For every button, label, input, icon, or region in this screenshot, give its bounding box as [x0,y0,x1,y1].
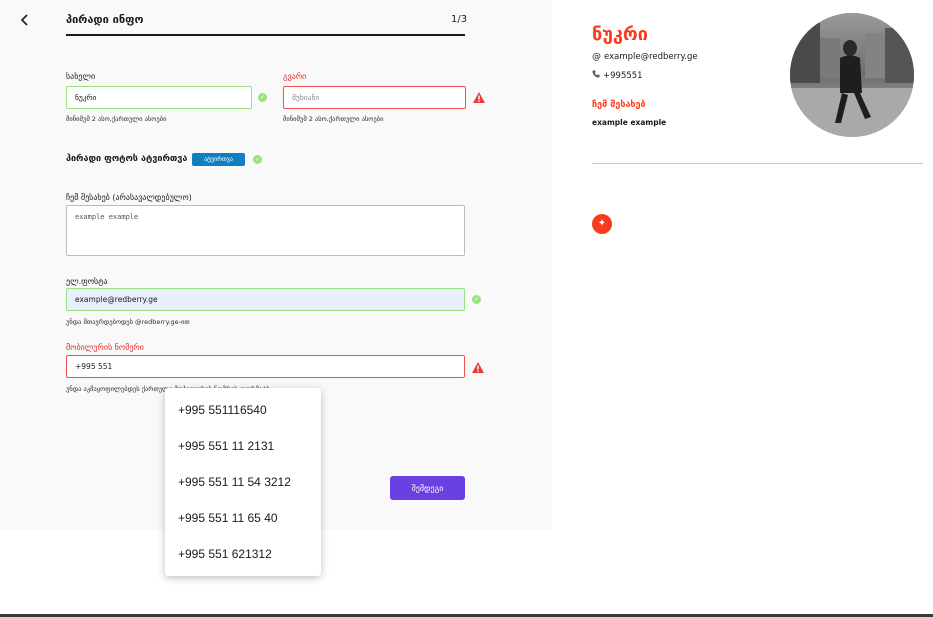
email-input[interactable]: example@redberry.ge [66,288,465,311]
resume-name: ნუკრი [592,24,648,45]
phone-label: მობილურის ნომერი [66,343,144,352]
last-name-hint: მინიმუმ 2 ასო,ქართული ასოები [283,115,384,123]
upload-button[interactable]: ატვირთვა [192,153,245,166]
first-name-value: ნუკრი [75,93,97,102]
first-name-label: სახელი [66,72,96,81]
check-icon: ✓ [258,93,267,102]
autocomplete-option[interactable]: +995 551116540 [165,392,321,428]
about-textarea[interactable]: example example [66,205,465,256]
logo-icon: ✦ [592,214,612,234]
page-title: პირადი ინფო [66,13,144,26]
resume-phone: +995551 [603,70,643,81]
photo-upload-label: პირადი ფოტოს ატვირთვა [66,154,188,164]
step-counter: 1/3 [451,14,468,25]
last-name-input[interactable]: მუხიანი [283,86,466,109]
last-name-label: გვარი [283,72,307,81]
avatar [790,13,914,137]
email-label: ელ.ფოსტა [66,277,108,286]
last-name-placeholder: მუხიანი [292,93,320,102]
first-name-hint: მინიმუმ 2 ასო,ქართული ასოები [66,115,167,123]
at-icon: @ [592,52,601,62]
autocomplete-option[interactable]: +995 551 11 2131 [165,428,321,464]
warning-icon [472,362,484,373]
header-divider [66,34,465,36]
warning-icon [473,92,485,103]
autocomplete-option[interactable]: +995 551 11 65 40 [165,500,321,536]
first-name-input[interactable]: ნუკრი [66,86,252,109]
resume-preview: ნუკრი @ example@redberry.ge +995551 ჩემ … [552,0,933,617]
resume-email-row: @ example@redberry.ge [592,52,698,62]
check-icon: ✓ [472,295,481,304]
resume-divider [592,163,923,164]
resume-phone-row: +995551 [592,70,643,81]
phone-input[interactable]: +995 551 [66,355,465,378]
email-hint: უნდა მთავრდებოდეს @redberry.ge-ით [66,318,190,326]
about-label: ჩემ შესახებ (არასავალდებულო) [66,193,192,202]
autocomplete-option[interactable]: +995 551 621312 [165,536,321,572]
page: პირადი ინფო 1/3 სახელი ნუკრი ✓ მინიმუმ 2… [0,0,933,617]
email-value: example@redberry.ge [75,295,158,304]
phone-autocomplete-dropdown: +995 551116540 +995 551 11 2131 +995 551… [165,388,321,576]
autocomplete-option[interactable]: +995 551 11 54 3212 [165,464,321,500]
resume-about-title: ჩემ შესახებ [592,100,646,110]
back-icon[interactable] [20,13,36,29]
resume-email: example@redberry.ge [604,52,698,62]
next-button[interactable]: შემდეგი [390,476,465,500]
about-value: example example [75,213,139,221]
phone-value: +995 551 [75,362,113,371]
resume-about: example example [592,118,667,127]
phone-icon [592,70,600,81]
check-icon: ✓ [253,155,262,164]
